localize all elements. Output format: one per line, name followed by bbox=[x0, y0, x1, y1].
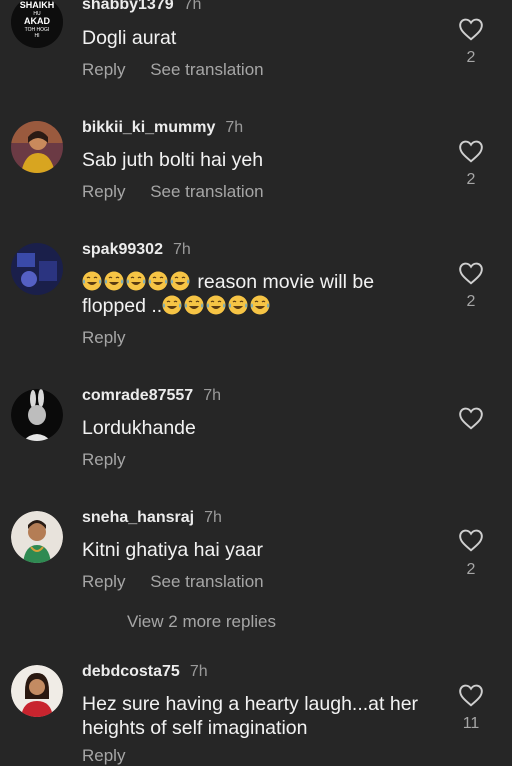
reply-button[interactable]: Reply bbox=[82, 572, 125, 591]
heart-outline-icon[interactable] bbox=[458, 261, 484, 285]
svg-text:AKAD: AKAD bbox=[24, 16, 50, 26]
comment-actions: Reply bbox=[82, 746, 145, 766]
username-text[interactable]: debdcosta75 bbox=[82, 663, 180, 680]
laughing-tears-emoji-icon bbox=[82, 271, 102, 291]
like-count: 2 bbox=[466, 561, 476, 578]
comment-text-part: reason movie will be bbox=[192, 271, 375, 293]
heart-outline-icon[interactable] bbox=[458, 17, 484, 41]
comment-text-part: flopped .. bbox=[82, 295, 163, 317]
avatar[interactable] bbox=[11, 511, 63, 563]
comment-username[interactable]: sneha_hansraj 7h bbox=[82, 509, 222, 527]
emoji-row bbox=[162, 295, 272, 317]
comment-username[interactable]: bikkii_ki_mummy 7h bbox=[82, 119, 243, 137]
comment-time: 7h bbox=[172, 241, 191, 258]
heart-outline-icon[interactable] bbox=[458, 528, 484, 552]
laughing-tears-emoji-icon bbox=[170, 271, 190, 291]
laughing-tears-emoji-icon bbox=[228, 295, 248, 315]
avatar-image bbox=[11, 243, 63, 295]
like-count: 11 bbox=[462, 715, 480, 732]
reply-button[interactable]: Reply bbox=[82, 450, 125, 469]
laughing-tears-emoji-icon bbox=[148, 271, 168, 291]
see-translation-button[interactable]: See translation bbox=[150, 572, 263, 591]
comment-time: 7h bbox=[204, 509, 222, 526]
view-more-replies-button[interactable]: View 2 more replies bbox=[127, 612, 276, 632]
avatar-image: SHAIKH HU AKAD TOH HOGI HI bbox=[11, 0, 63, 48]
comment-actions: Reply See translation bbox=[82, 182, 284, 202]
laughing-tears-emoji-icon bbox=[184, 295, 204, 315]
like-count: 2 bbox=[466, 49, 476, 66]
emoji-row bbox=[82, 271, 192, 293]
comment-text: Hez sure having a hearty laugh...at her … bbox=[82, 693, 419, 739]
heart-outline-icon[interactable] bbox=[458, 406, 484, 430]
like-count: 2 bbox=[466, 171, 476, 188]
comment-time: 7h bbox=[203, 387, 221, 404]
avatar-image bbox=[11, 665, 63, 717]
comment-actions: Reply See translation bbox=[82, 60, 284, 80]
laughing-tears-emoji-icon bbox=[206, 295, 226, 315]
username-text[interactable]: bikkii_ki_mummy bbox=[82, 119, 215, 136]
avatar-image bbox=[11, 389, 63, 441]
svg-text:SHAIKH: SHAIKH bbox=[20, 0, 55, 10]
comment-time: 7h bbox=[183, 0, 202, 13]
reply-button[interactable]: Reply bbox=[82, 182, 125, 201]
svg-text:HI: HI bbox=[35, 33, 40, 39]
username-text[interactable]: sneha_hansraj bbox=[82, 509, 194, 526]
laughing-tears-emoji-icon bbox=[104, 271, 124, 291]
avatar-image bbox=[11, 121, 63, 173]
comment-text: Sab juth bolti hai yeh bbox=[82, 149, 264, 171]
comment-username[interactable]: comrade87557 7h bbox=[82, 387, 221, 405]
heart-outline-icon[interactable] bbox=[458, 683, 484, 707]
like-count: 2 bbox=[466, 293, 476, 310]
comment-actions: Reply bbox=[82, 328, 145, 348]
comment-username[interactable]: debdcosta75 7h bbox=[82, 663, 208, 681]
avatar[interactable]: SHAIKH HU AKAD TOH HOGI HI bbox=[11, 0, 63, 48]
avatar[interactable] bbox=[11, 665, 63, 717]
comment-text: Kitni ghatiya hai yaar bbox=[82, 539, 264, 561]
laughing-tears-emoji-icon bbox=[250, 295, 270, 315]
see-translation-button[interactable]: See translation bbox=[150, 182, 263, 201]
comment-time: 7h bbox=[189, 663, 208, 680]
reply-button[interactable]: Reply bbox=[82, 60, 125, 79]
see-translation-button[interactable]: See translation bbox=[150, 60, 263, 79]
avatar[interactable] bbox=[11, 243, 63, 295]
username-text[interactable]: spak99302 bbox=[82, 241, 163, 258]
comment-text: Dogli aurat bbox=[82, 27, 177, 49]
heart-outline-icon[interactable] bbox=[458, 139, 484, 163]
avatar-image bbox=[11, 511, 63, 563]
comment-username[interactable]: spak99302 7h bbox=[82, 241, 191, 259]
reply-button[interactable]: Reply bbox=[82, 746, 125, 765]
username-text[interactable]: comrade87557 bbox=[82, 387, 193, 404]
comment-text: reason movie will be flopped .. bbox=[82, 270, 452, 318]
reply-button[interactable]: Reply bbox=[82, 328, 125, 347]
comment-actions: Reply bbox=[82, 450, 145, 470]
comment-text: Lordukhande bbox=[82, 417, 196, 439]
comment-time: 7h bbox=[225, 119, 244, 136]
comment-actions: Reply See translation bbox=[82, 572, 284, 592]
username-text[interactable]: shabby1379 bbox=[82, 0, 174, 13]
avatar[interactable] bbox=[11, 389, 63, 441]
laughing-tears-emoji-icon bbox=[126, 271, 146, 291]
comment-username[interactable]: shabby1379 7h bbox=[82, 0, 201, 14]
laughing-tears-emoji-icon bbox=[162, 295, 182, 315]
avatar[interactable] bbox=[11, 121, 63, 173]
